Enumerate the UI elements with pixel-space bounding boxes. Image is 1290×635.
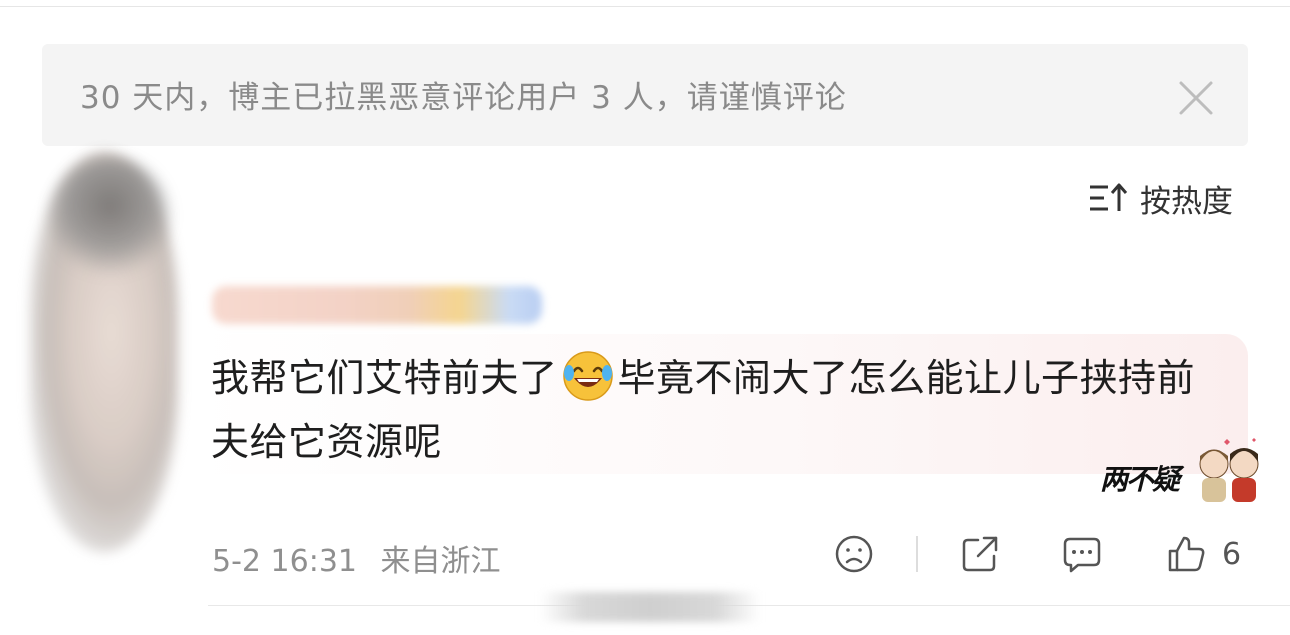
share-button[interactable]: [960, 532, 1000, 576]
like-count: 6: [1222, 536, 1242, 572]
laughing-tears-emoji-icon: [562, 351, 613, 401]
watermark-stamp: 两不疑: [1096, 434, 1268, 506]
chibi-couple-icon: [1199, 438, 1259, 502]
bottom-blurred-area: [540, 592, 760, 622]
notice-text: 30 天内，博主已拉黑恶意评论用户 3 人，请谨慎评论: [80, 80, 847, 116]
watermark-text: 两不疑: [1100, 463, 1180, 496]
top-divider: [0, 6, 1290, 7]
sort-icon: [1090, 183, 1128, 211]
action-divider: [916, 536, 918, 572]
dislike-face-icon: [835, 535, 873, 573]
close-icon[interactable]: [1178, 80, 1214, 116]
sort-label: 按热度: [1140, 183, 1233, 220]
comment-meta: 5-2 16:31 来自浙江: [212, 536, 501, 580]
share-icon: [962, 536, 998, 572]
comment-location: 来自浙江: [380, 544, 501, 579]
username-blurred[interactable]: [212, 286, 542, 324]
dislike-button[interactable]: [834, 532, 874, 576]
comment-text: 我帮它们艾特前夫了 毕竟不闹大了怎么能让儿子挟持前夫给它资源呢: [211, 346, 1221, 474]
comment-time: 5-2 16:31: [212, 544, 357, 579]
thumbs-up-icon: [1168, 536, 1205, 572]
reply-button[interactable]: [1062, 532, 1102, 576]
avatar-hair-blur: [50, 158, 170, 278]
sort-by-heat-button[interactable]: 按热度: [1088, 176, 1233, 220]
comment-icon: [1063, 537, 1101, 573]
like-button[interactable]: 6: [1166, 532, 1241, 576]
comment-text-part-1: 我帮它们艾特前夫了: [211, 356, 558, 400]
blocked-users-notice: 30 天内，博主已拉黑恶意评论用户 3 人，请谨慎评论: [42, 44, 1248, 146]
